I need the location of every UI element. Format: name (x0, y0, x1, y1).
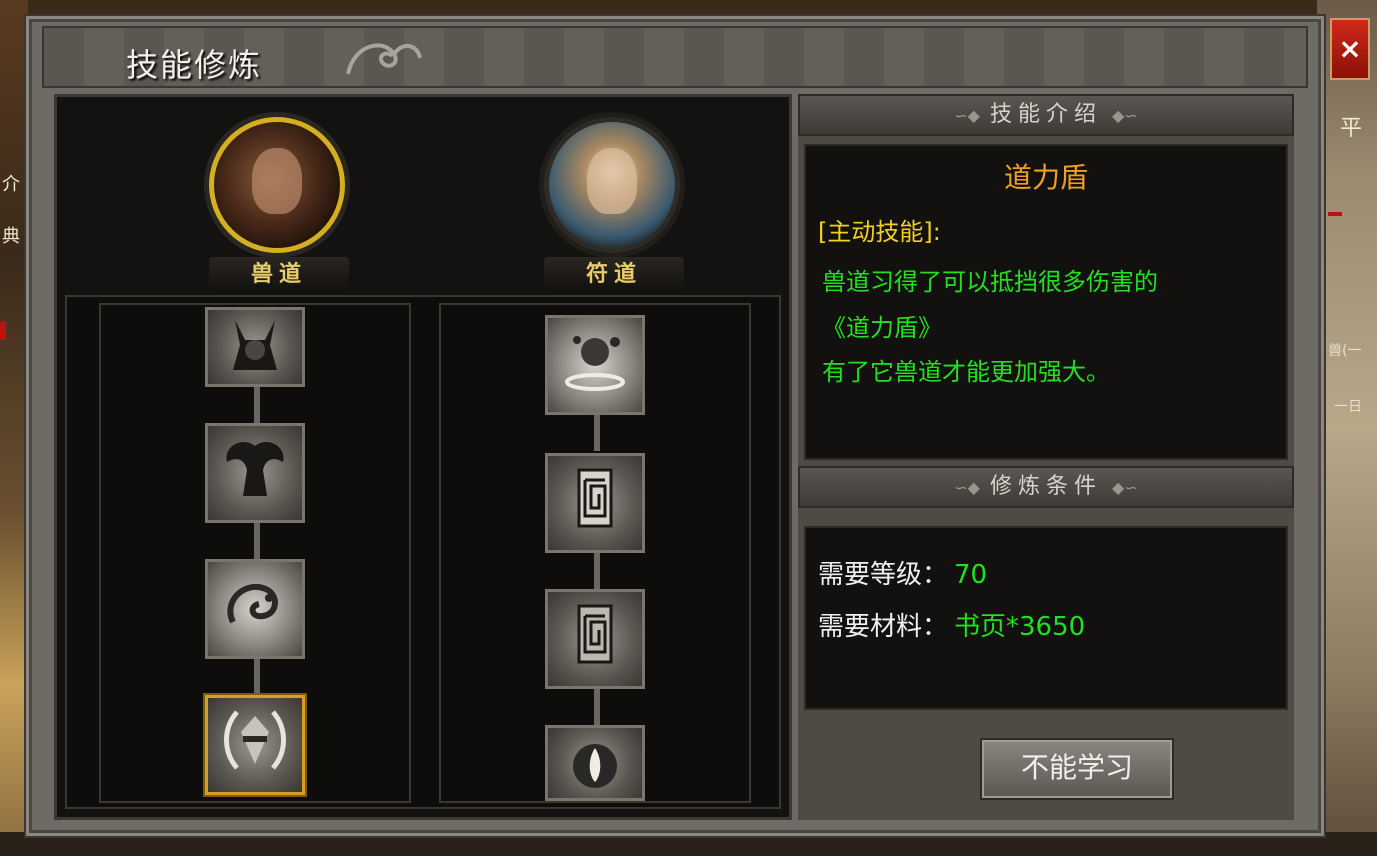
skill-type: [主动技能]: (818, 218, 941, 246)
background-glyph: 介 (2, 174, 20, 195)
skill-tree-panel: 兽道 符道 (54, 94, 792, 820)
school-avatar-beast[interactable] (209, 117, 345, 253)
skill-description-line: 兽道习得了可以抵挡很多伤害的 (822, 268, 1158, 296)
skill-info-title: 技能介绍 (989, 102, 1102, 127)
background-marker (0, 322, 6, 340)
horned-demon-icon[interactable] (205, 307, 305, 387)
cloud-ornament-icon (346, 43, 422, 75)
talisman-scroll-icon[interactable] (545, 453, 645, 553)
close-button[interactable]: × (1330, 18, 1370, 80)
required-material-row: 需要材料： 书页*3650 (818, 606, 1085, 643)
tao-shield-icon[interactable] (205, 695, 305, 795)
skill-info-header: ∽◆ 技能介绍 ◆∽ (798, 94, 1294, 136)
portrait-icon (252, 148, 302, 214)
ornament-icon: ∽◆ (954, 478, 980, 497)
skill-info-box: 道力盾 [主动技能]: 兽道习得了可以抵挡很多伤害的 《道力盾》 有了它兽道才能… (804, 144, 1288, 460)
portrait-icon (587, 148, 637, 214)
required-level-value: 70 (954, 560, 988, 590)
flame-orb-icon[interactable] (545, 725, 645, 801)
background-text: 一日 (1334, 399, 1362, 415)
required-material-label: 需要材料： (818, 612, 949, 642)
talisman-scroll-icon[interactable] (545, 589, 645, 689)
ornament-icon: ◆∽ (1112, 478, 1138, 497)
skill-column-talisman (439, 303, 751, 803)
skill-column-beast (99, 303, 411, 803)
skill-tree-area (65, 295, 781, 809)
tree-connector (254, 657, 260, 697)
required-level-label: 需要等级： (818, 560, 949, 590)
spell-burst-icon[interactable] (545, 315, 645, 415)
close-icon: × (1338, 32, 1362, 65)
tree-connector (254, 385, 260, 425)
school-label-talisman[interactable]: 符道 (544, 257, 684, 291)
school-label-beast[interactable]: 兽道 (209, 257, 349, 291)
skill-description-line: 《道力盾》 (822, 314, 942, 342)
title-bar[interactable]: 技能修炼 (42, 26, 1308, 88)
background-text: 兽(一 (1328, 343, 1362, 359)
learn-button[interactable]: 不能学习 (980, 738, 1174, 800)
winged-beast-icon[interactable] (205, 423, 305, 523)
skill-detail-panel: ∽◆ 技能介绍 ◆∽ 道力盾 [主动技能]: 兽道习得了可以抵挡很多伤害的 《道力盾… (798, 94, 1294, 820)
coiled-creature-icon[interactable] (205, 559, 305, 659)
required-material-value: 书页*3650 (954, 612, 1086, 642)
requirements-box: 需要等级： 70 需要材料： 书页*3650 (804, 526, 1288, 710)
skill-name: 道力盾 (1003, 161, 1088, 194)
required-level-row: 需要等级： 70 (818, 554, 987, 591)
background-top (0, 0, 1377, 14)
ornament-icon: ◆∽ (1112, 106, 1138, 125)
requirements-header: ∽◆ 修炼条件 ◆∽ (798, 466, 1294, 508)
background-glyph: 典 (2, 226, 20, 247)
tree-connector (254, 521, 260, 561)
school-avatar-talisman[interactable] (544, 117, 680, 253)
background-glyph: 平 (1340, 116, 1363, 141)
window-title: 技能修炼 (126, 46, 263, 84)
skill-description-line: 有了它兽道才能更加强大。 (822, 358, 1110, 386)
ornament-icon: ∽◆ (954, 106, 980, 125)
background-marker (1328, 212, 1342, 216)
skill-training-window: 技能修炼 兽道 符道 ∽◆ 技能介绍 ◆∽ 道力盾 [主动技能]: 兽道习得了可… (24, 14, 1326, 838)
requirements-title: 修炼条件 (989, 474, 1102, 499)
